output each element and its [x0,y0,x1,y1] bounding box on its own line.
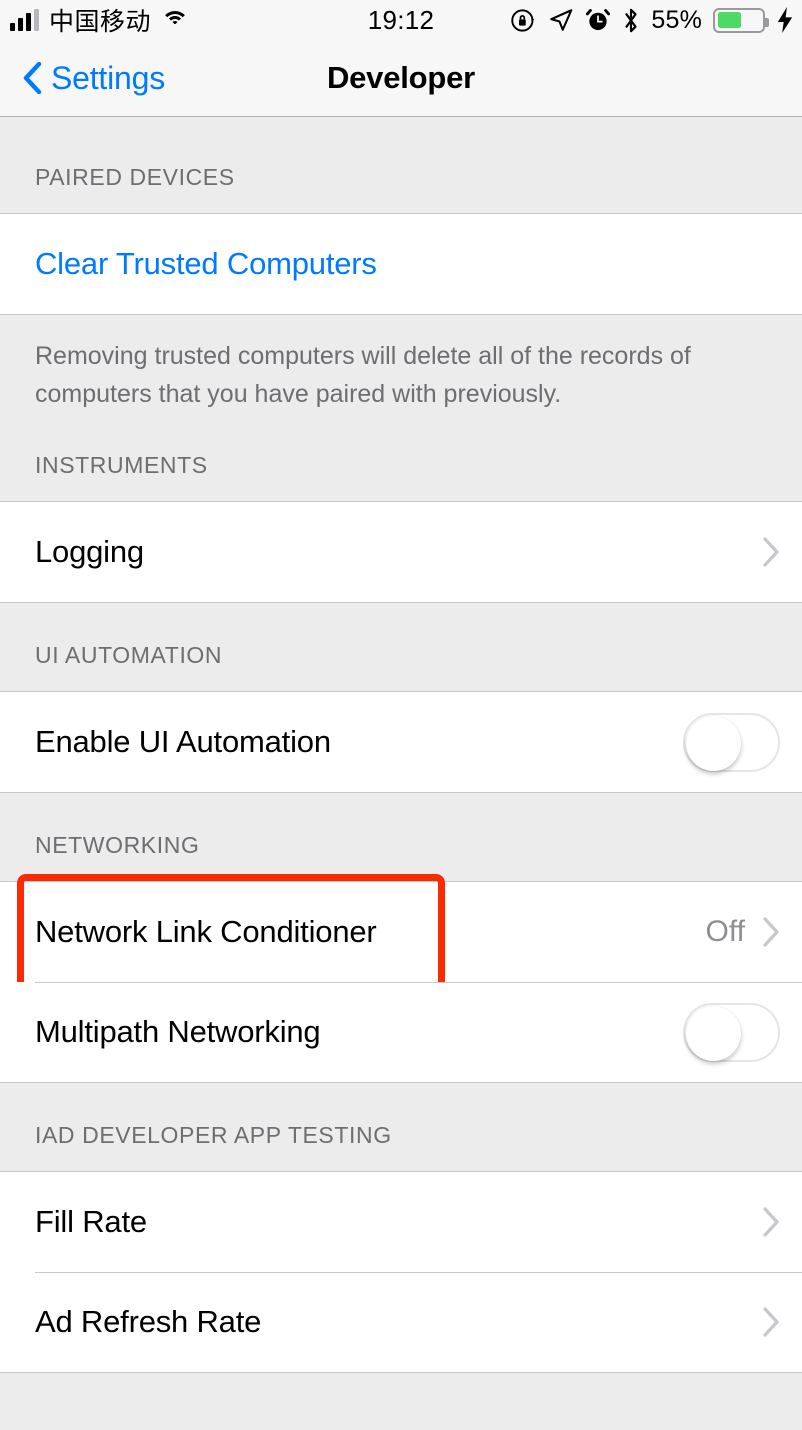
toggle-knob [686,715,741,771]
section-header-label: INSTRUMENTS [35,452,208,478]
chevron-right-icon [763,1307,779,1337]
table-row-label: Logging [35,534,144,569]
section-footer: Removing trusted computers will delete a… [35,342,691,408]
table-row-accessory [683,1002,780,1062]
battery-icon [713,7,769,33]
status-bar: 中国移动 19:12 55% [0,0,802,40]
table-row-ad-refresh-rate[interactable]: Ad Refresh Rate [0,1272,802,1372]
section-header-label: UI AUTOMATION [35,642,223,668]
table-row-clear-trusted-computers[interactable]: Clear Trusted Computers [0,214,802,314]
section-header-iad-developer-app-testing: IAD DEVELOPER APP TESTING [0,1083,802,1171]
table-row-enable-ui-automation[interactable]: Enable UI Automation [0,692,802,792]
table-row-multipath-networking[interactable]: Multipath Networking [0,982,802,1082]
table-row-value: Off [705,915,745,948]
section-header-ui-automation: UI AUTOMATION [0,603,802,691]
chevron-left-icon [23,62,42,94]
section-cells: Clear Trusted Computers [0,213,802,315]
table-row-label: Network Link Conditioner [35,914,377,949]
settings-table: PAIRED DEVICES Clear Trusted Computers Rem… [0,117,802,1373]
section-header-label: PAIRED DEVICES [35,164,235,190]
section-header-networking: NETWORKING [0,793,802,881]
table-row-accessory [763,1307,780,1337]
table-row-label: Ad Refresh Rate [35,1304,262,1339]
section-header-label: IAD DEVELOPER APP TESTING [35,1122,392,1148]
status-bar-clock: 19:12 [367,5,435,35]
back-button-label: Settings [51,59,166,96]
table-row-accessory [683,712,780,772]
navigation-bar: Settings Developer [0,40,802,117]
chevron-right-icon [763,537,779,567]
chevron-right-icon [763,1207,779,1237]
table-row-accessory: Off [706,915,780,949]
section-header-label: NETWORKING [35,832,200,858]
section-header-instruments: INSTRUMENTS [0,413,802,501]
table-row-network-link-conditioner[interactable]: Network Link Conditioner Off [0,874,802,990]
table-row-accessory [763,1207,780,1237]
section-cells: Network Link Conditioner Off Multipath Net… [0,874,802,1083]
table-row-label: Clear Trusted Computers [35,246,377,281]
chevron-right-icon [763,917,779,947]
toggle-switch-enable-ui-automation[interactable] [683,712,780,772]
toggle-knob [686,1005,741,1061]
section-cells: Fill Rate Ad Refresh Rate [0,1171,802,1373]
table-row-logging[interactable]: Logging [0,502,802,602]
table-row-label: Enable UI Automation [35,724,331,759]
table-row-label: Fill Rate [35,1204,147,1239]
table-row-accessory [763,537,780,567]
section-header-paired-devices: PAIRED DEVICES [0,117,802,213]
table-row-fill-rate[interactable]: Fill Rate [0,1172,802,1272]
toggle-switch-multipath-networking[interactable] [683,1002,780,1062]
table-row-label: Multipath Networking [35,1014,321,1049]
back-button[interactable]: Settings [0,60,165,97]
section-cells: Enable UI Automation [0,691,802,793]
section-cells: Logging [0,501,802,603]
